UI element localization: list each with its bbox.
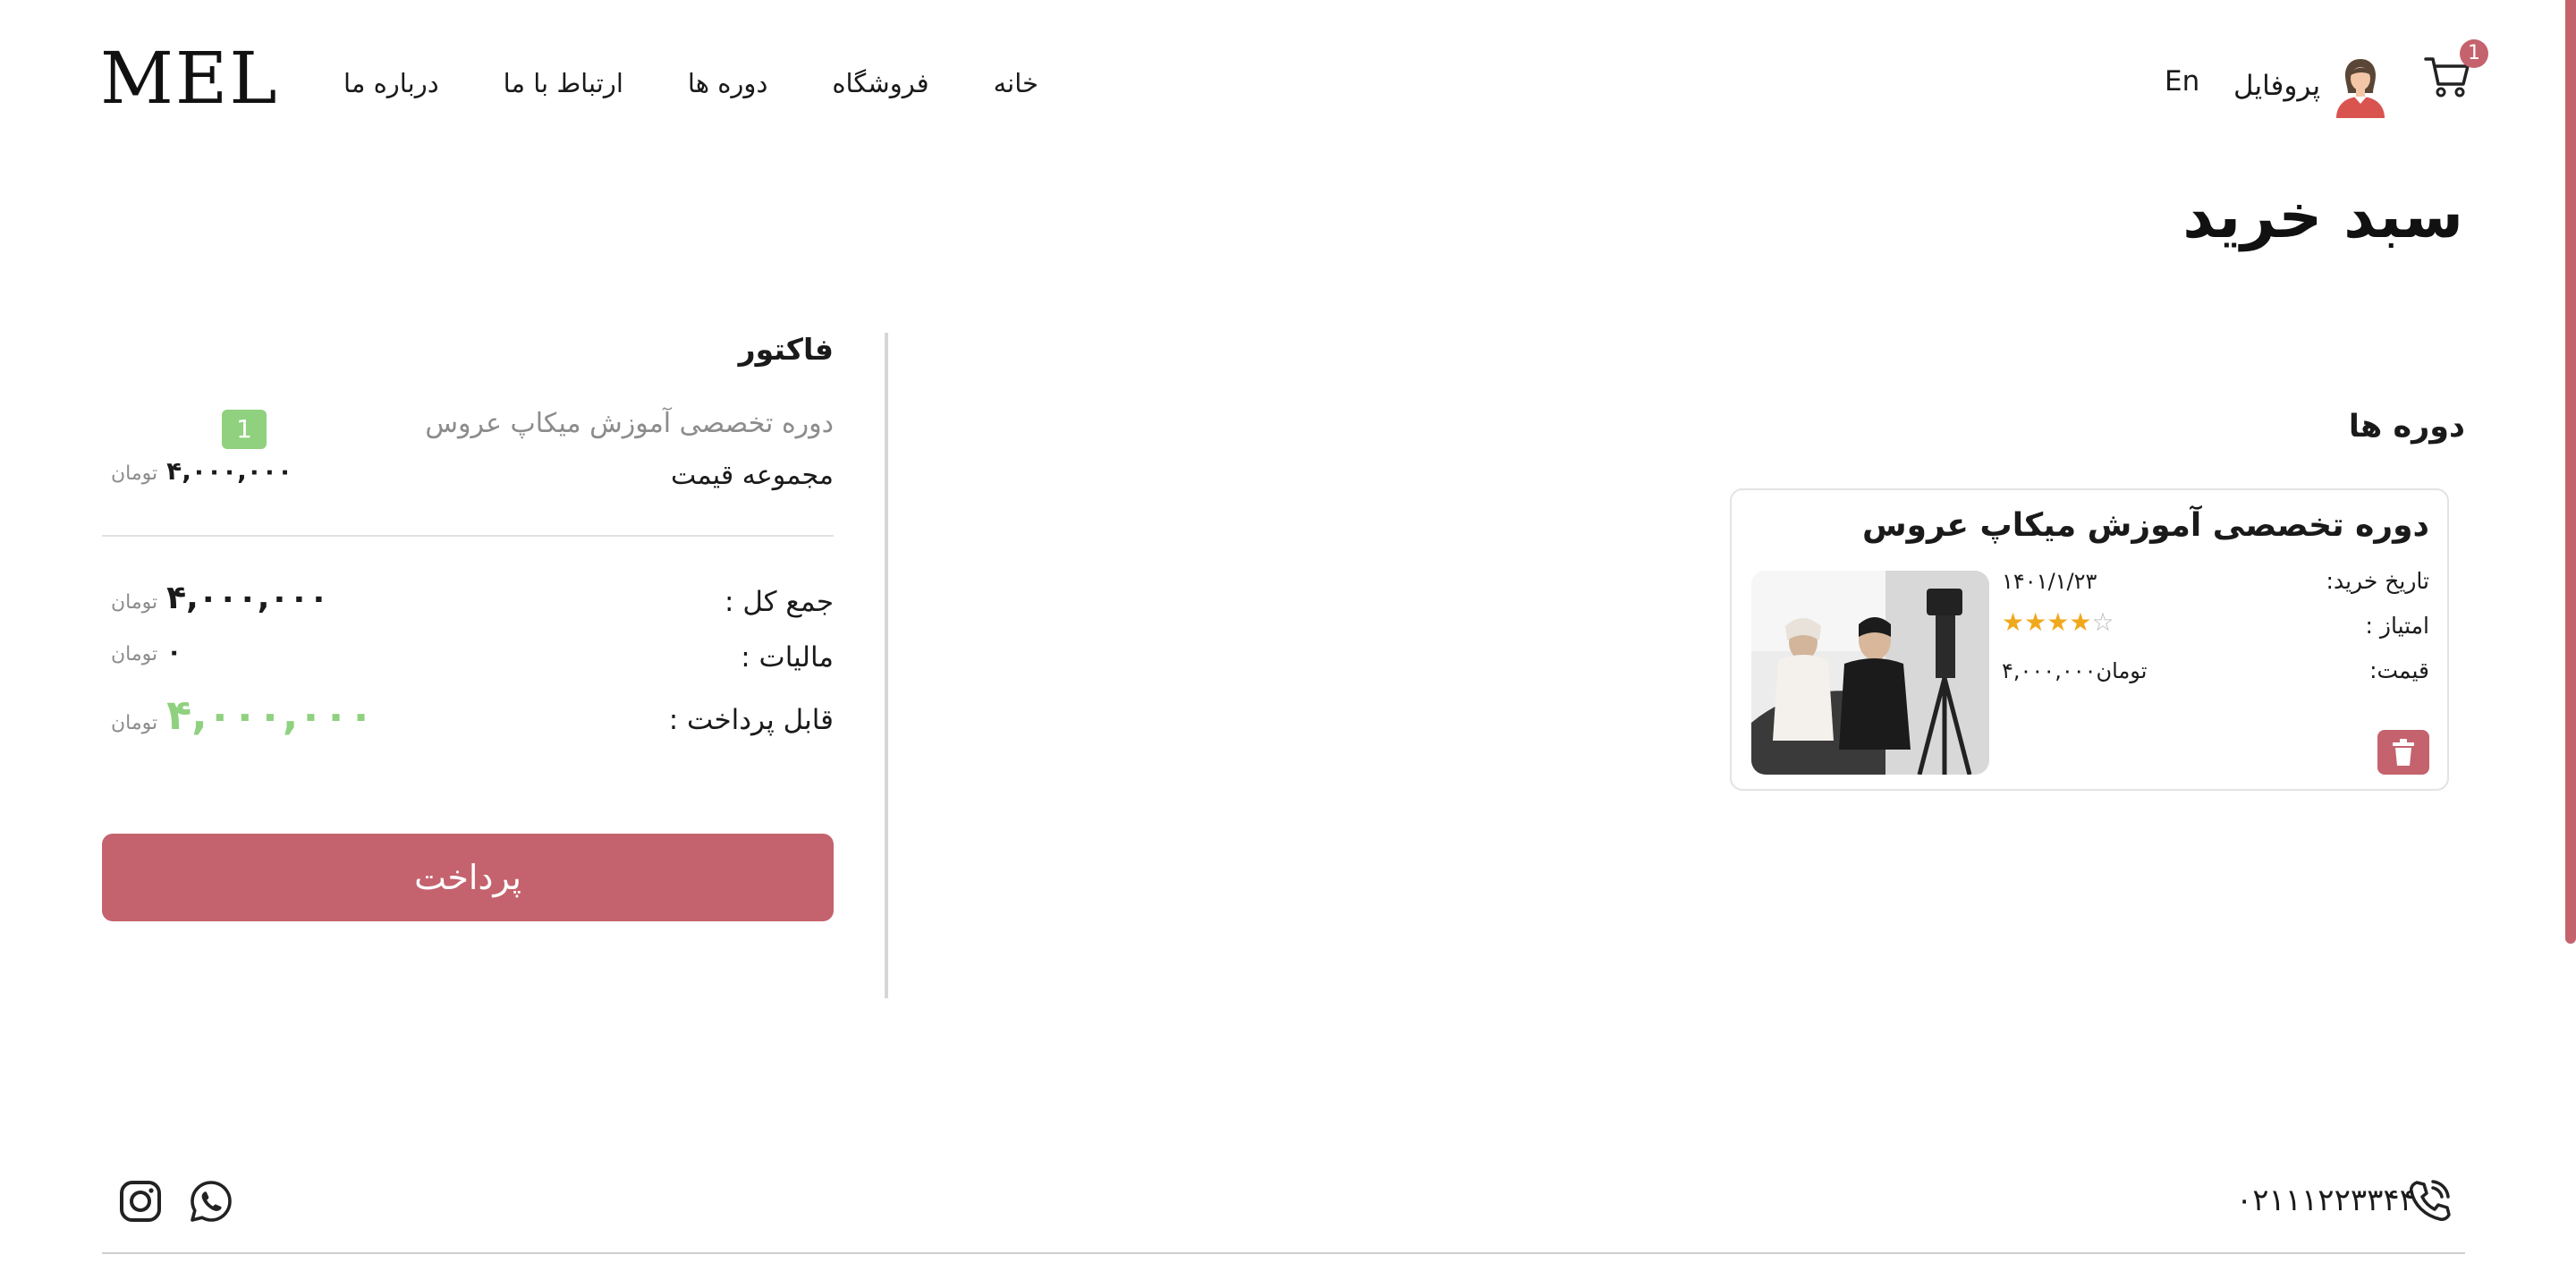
tax-value: تومان ۰	[111, 637, 182, 666]
course-card: دوره تخصصی آموزش میکاپ عروس تاریخ خرید: …	[1730, 488, 2449, 791]
price-label: قیمت:	[2369, 657, 2429, 683]
invoice-title: فاکتور	[738, 332, 834, 367]
nav-item-home[interactable]: خانه	[994, 61, 1038, 106]
trash-icon	[2393, 739, 2414, 766]
total-label: جمع کل :	[724, 586, 834, 618]
currency-label: تومان	[111, 591, 158, 614]
payable-value: تومان ۴,۰۰۰,۰۰۰	[111, 691, 374, 739]
star-filled-icon: ★	[2024, 607, 2047, 637]
whatsapp-icon[interactable]	[189, 1179, 233, 1224]
page-title: سبد خرید	[2182, 182, 2463, 252]
course-title[interactable]: دوره تخصصی آموزش میکاپ عروس	[1862, 503, 2429, 549]
tax-amount: ۰	[166, 637, 182, 666]
panel-divider	[885, 333, 888, 998]
footer-divider	[102, 1252, 2465, 1254]
language-switch[interactable]: En	[2165, 61, 2199, 102]
nav-item-contact[interactable]: ارتباط با ما	[504, 61, 623, 106]
subtotal-value: تومان ۴,۰۰۰,۰۰۰	[111, 456, 292, 486]
total-amount: ۴,۰۰۰,۰۰۰	[166, 580, 329, 616]
phone-number[interactable]: ۰۲۱۱۱۲۲۳۳۴۴	[2236, 1179, 2416, 1222]
courses-heading: دوره ها	[2348, 409, 2465, 445]
invoice-course-name: دوره تخصصی آموزش میکاپ عروس	[425, 408, 834, 439]
purchase-date-label: تاریخ خرید:	[2326, 568, 2429, 594]
purchase-date-value: ۱۴۰۱/۱/۲۳	[2002, 569, 2097, 594]
total-value: تومان ۴,۰۰۰,۰۰۰	[111, 580, 328, 616]
star-empty-icon: ☆	[2091, 607, 2114, 637]
delete-button[interactable]	[2377, 730, 2429, 775]
star-filled-icon: ★	[2046, 607, 2070, 637]
cart-count-badge: 1	[2460, 39, 2488, 68]
nav-item-about[interactable]: درباره ما	[343, 61, 439, 106]
avatar-icon	[2336, 59, 2385, 118]
instagram-icon[interactable]	[118, 1179, 163, 1224]
subtotal-amount: ۴,۰۰۰,۰۰۰	[166, 456, 293, 486]
currency-label: تومان	[111, 462, 158, 485]
main-nav: درباره ما ارتباط با ما دوره ها فروشگاه خ…	[343, 61, 1103, 106]
rating-stars: ★★★★☆	[2002, 606, 2114, 640]
tax-label: مالیات :	[741, 641, 834, 674]
star-filled-icon: ★	[2002, 607, 2025, 637]
quantity-badge: 1	[222, 410, 267, 449]
invoice-separator	[102, 535, 834, 537]
pay-button[interactable]: پرداخت	[102, 834, 834, 921]
currency-label: تومان	[111, 643, 158, 665]
logo[interactable]: MEL	[100, 38, 278, 120]
currency-label: تومان	[111, 712, 158, 734]
subtotal-label: مجموعه قیمت	[671, 460, 834, 491]
payable-amount: ۴,۰۰۰,۰۰۰	[166, 691, 374, 739]
nav-item-shop[interactable]: فروشگاه	[832, 61, 928, 106]
rating-label: امتیاز :	[2365, 613, 2429, 639]
profile-label: پروفایل	[2233, 70, 2321, 102]
scrollbar-thumb[interactable]	[2565, 0, 2576, 944]
price-value: ۴,۰۰۰,۰۰۰تومان	[2002, 658, 2148, 683]
star-filled-icon: ★	[2069, 607, 2092, 637]
payable-label: قابل پرداخت :	[668, 704, 834, 736]
profile-link[interactable]: پروفایل	[2233, 54, 2388, 118]
course-image[interactable]	[1751, 571, 1989, 775]
nav-item-courses[interactable]: دوره ها	[688, 61, 767, 106]
